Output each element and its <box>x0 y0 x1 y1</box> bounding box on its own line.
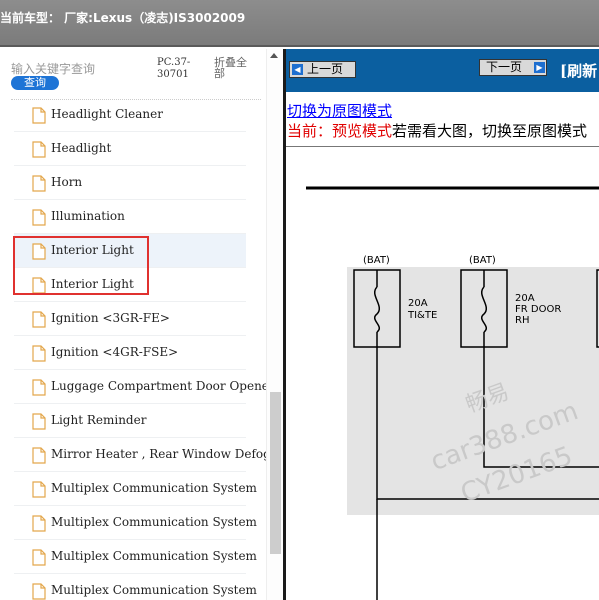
tree-item-label: Multiplex Communication System <box>51 549 257 563</box>
tree-item-label: Light Reminder <box>51 413 147 427</box>
content-panel: ◀ 上一页 下一页 ▶ [刷新 切换为原图模式 当前：预览模式若需看大图，切换至… <box>286 49 599 600</box>
wiring-diagram: (BAT) 20A TI&TE (BAT) 20A FR DOOR RH 畅易 … <box>286 148 599 600</box>
tree-item[interactable]: Mirror Heater , Rear Window Defogger <box>14 438 283 472</box>
fuse2-source: (BAT) <box>469 255 496 266</box>
left-panel: 查询 PC.37-30701 折叠全部 Headlight Cleaner Hea… <box>0 49 283 600</box>
tree-item[interactable]: Ignition <4GR-FSE> <box>14 336 246 370</box>
document-icon <box>32 515 46 532</box>
fuse1-source: (BAT) <box>363 255 390 266</box>
scroll-thumb[interactable] <box>270 392 281 554</box>
tree-item[interactable]: Multiplex Communication System <box>14 472 257 506</box>
next-page-button[interactable]: 下一页 ▶ <box>479 59 547 76</box>
document-icon <box>32 413 46 430</box>
next-page-label: 下一页 <box>486 60 523 74</box>
fuse1-rating: 20A <box>408 298 428 309</box>
tree-item[interactable]: Illumination <box>14 200 246 234</box>
tree-item[interactable]: Light Reminder <box>14 404 246 438</box>
fuse2-name-1: FR DOOR <box>515 304 561 315</box>
current-vehicle: 当前车型： 厂家:Lexus（凌志)IS3002009 <box>0 11 246 25</box>
fuse1-name: TI&TE <box>407 310 437 321</box>
wiring-diagram-svg: (BAT) 20A TI&TE (BAT) 20A FR DOOR RH <box>306 186 599 600</box>
tree-item-label: Headlight Cleaner <box>51 107 163 121</box>
document-icon <box>32 447 46 464</box>
tree-item-label: Horn <box>51 175 83 189</box>
mode-status: 当前：预览模式若需看大图，切换至原图模式 <box>287 120 587 141</box>
document-code: PC.37-30701 <box>157 57 191 80</box>
document-icon <box>32 141 46 158</box>
top-bar: 当前车型： 厂家:Lexus（凌志)IS3002009 <box>0 0 599 47</box>
collapse-all-link[interactable]: 折叠全部 <box>214 57 250 79</box>
tree-item[interactable]: Horn <box>14 166 246 200</box>
tree-item-label: Luggage Compartment Door Opener <box>51 379 275 393</box>
document-icon <box>32 345 46 362</box>
prev-page-button[interactable]: ◀ 上一页 <box>289 61 356 78</box>
tree-item[interactable]: Headlight <box>14 132 246 166</box>
tree-item[interactable]: Luggage Compartment Door Opener <box>14 370 275 404</box>
document-icon <box>32 583 46 600</box>
document-icon <box>32 209 46 226</box>
document-icon <box>32 175 46 192</box>
tree-scrollbar[interactable] <box>266 49 283 600</box>
switch-original-mode-link[interactable]: 切换为原图模式 <box>287 100 392 121</box>
left-arrow-icon: ◀ <box>292 64 303 75</box>
content-divider <box>286 146 599 147</box>
document-icon <box>32 379 46 396</box>
document-icon <box>32 549 46 566</box>
query-button[interactable]: 查询 <box>11 76 59 90</box>
highlight-box <box>13 236 149 295</box>
refresh-link[interactable]: [刷新 <box>560 60 597 81</box>
scroll-up-arrow-icon[interactable] <box>270 53 278 58</box>
document-icon <box>32 107 46 124</box>
tree-item-label: Ignition <4GR-FSE> <box>51 345 179 359</box>
tree-item-label: Headlight <box>51 141 112 155</box>
tree-item[interactable]: Headlight Cleaner <box>14 98 246 132</box>
fuse2-name-2: RH <box>515 315 529 326</box>
document-icon <box>32 481 46 498</box>
tree-item-label: Mirror Heater , Rear Window Defogger <box>51 447 283 461</box>
document-icon <box>32 311 46 328</box>
tree-item-label: Multiplex Communication System <box>51 515 257 529</box>
current-mode-label: 当前：预览模式 <box>287 122 393 140</box>
tree-item[interactable]: Multiplex Communication System <box>14 506 257 540</box>
page-nav-bar: ◀ 上一页 下一页 ▶ [刷新 <box>286 49 599 92</box>
tree-item[interactable]: Multiplex Communication System <box>14 574 257 600</box>
tree-item-label: Multiplex Communication System <box>51 583 257 597</box>
mode-hint: 若需看大图，切换至原图模式 <box>392 122 588 140</box>
tree-item-label: Illumination <box>51 209 125 223</box>
tree-item-label: Ignition <3GR-FE> <box>51 311 170 325</box>
tree-item[interactable]: Multiplex Communication System <box>14 540 257 574</box>
tree-item-label: Multiplex Communication System <box>51 481 257 495</box>
fuse2-rating: 20A <box>515 293 535 304</box>
tree-item[interactable]: Ignition <3GR-FE> <box>14 302 246 336</box>
search-area: 查询 PC.37-30701 折叠全部 <box>0 49 262 101</box>
prev-page-label: 上一页 <box>307 62 344 76</box>
right-arrow-icon: ▶ <box>534 62 545 73</box>
